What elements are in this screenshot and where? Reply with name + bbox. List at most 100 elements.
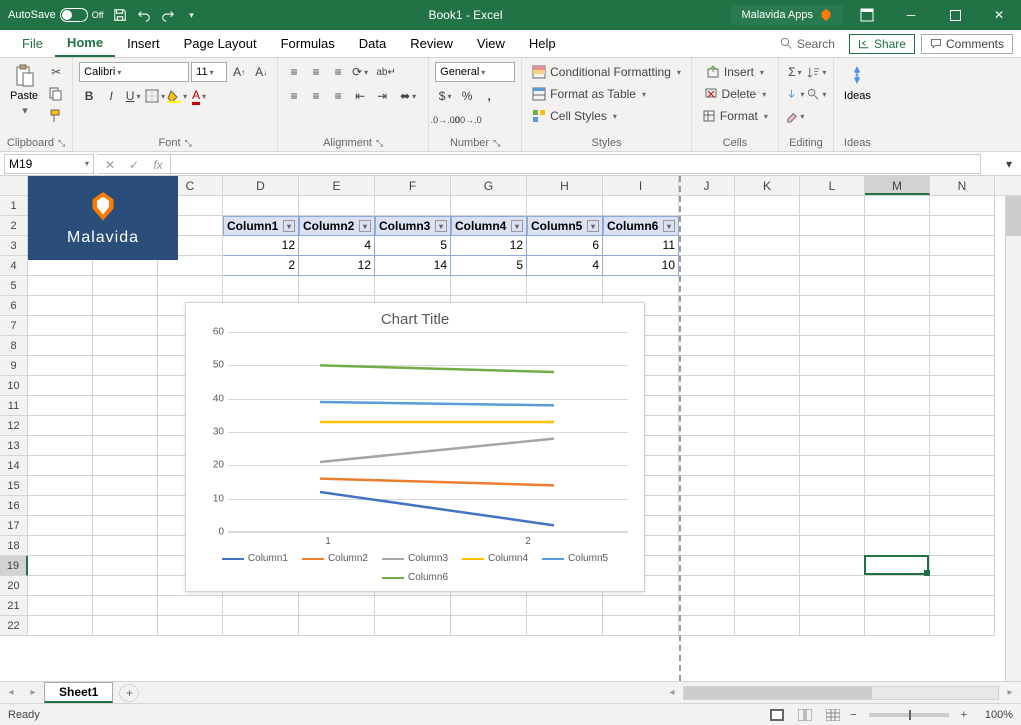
cell[interactable]: 14 xyxy=(375,256,451,276)
cell[interactable] xyxy=(800,416,865,436)
cell[interactable] xyxy=(223,276,299,296)
column-header[interactable]: N xyxy=(930,176,995,195)
cell[interactable]: 12 xyxy=(451,236,527,256)
cell[interactable] xyxy=(930,356,995,376)
new-sheet-button[interactable]: + xyxy=(119,684,139,702)
cell[interactable] xyxy=(679,296,735,316)
row-header[interactable]: 7 xyxy=(0,316,28,336)
cell[interactable] xyxy=(735,556,800,576)
legend-item[interactable]: Column4 xyxy=(462,553,528,564)
column-header[interactable]: M xyxy=(865,176,930,195)
cell[interactable] xyxy=(28,476,93,496)
cell[interactable] xyxy=(93,576,158,596)
format-painter-icon[interactable] xyxy=(46,106,66,126)
filter-icon[interactable]: ▾ xyxy=(283,220,295,232)
font-launcher-icon[interactable]: ⤡ xyxy=(185,138,192,149)
cell[interactable] xyxy=(299,596,375,616)
italic-button[interactable]: I xyxy=(101,86,121,106)
ideas-button[interactable]: Ideas xyxy=(840,62,875,104)
cell[interactable] xyxy=(800,216,865,236)
cell[interactable] xyxy=(375,196,451,216)
cell[interactable] xyxy=(865,316,930,336)
cell[interactable] xyxy=(679,516,735,536)
cell[interactable]: 10 xyxy=(603,256,679,276)
cell[interactable] xyxy=(679,456,735,476)
cell[interactable] xyxy=(930,616,995,636)
cell[interactable] xyxy=(930,336,995,356)
worksheet-grid[interactable]: ABCDEFGHIJKLMN 12Column1▾Column2▾Column3… xyxy=(0,176,1021,681)
align-bottom-icon[interactable]: ≡ xyxy=(328,62,348,82)
cell[interactable] xyxy=(451,196,527,216)
cell[interactable] xyxy=(375,596,451,616)
redo-icon[interactable] xyxy=(160,7,176,23)
comments-button[interactable]: Comments xyxy=(921,34,1013,54)
tab-review[interactable]: Review xyxy=(398,30,465,57)
cell[interactable] xyxy=(930,576,995,596)
cell[interactable] xyxy=(223,596,299,616)
cell[interactable]: Column1▾ xyxy=(223,216,299,236)
cell[interactable] xyxy=(800,336,865,356)
cell[interactable] xyxy=(865,516,930,536)
cell[interactable] xyxy=(527,616,603,636)
cell[interactable] xyxy=(679,496,735,516)
cell[interactable] xyxy=(679,476,735,496)
cell[interactable] xyxy=(28,376,93,396)
cell-styles-button[interactable]: Cell Styles▾ xyxy=(528,106,685,126)
cell[interactable] xyxy=(679,436,735,456)
cut-icon[interactable]: ✂ xyxy=(46,62,66,82)
cell[interactable] xyxy=(800,236,865,256)
cell[interactable] xyxy=(865,476,930,496)
cell[interactable] xyxy=(930,476,995,496)
cell[interactable]: 2 xyxy=(223,256,299,276)
cell[interactable]: 5 xyxy=(451,256,527,276)
increase-indent-icon[interactable]: ⇥ xyxy=(372,86,392,106)
cell[interactable] xyxy=(679,416,735,436)
cell[interactable] xyxy=(735,516,800,536)
cell[interactable] xyxy=(930,376,995,396)
qat-customize-icon[interactable]: ▾ xyxy=(184,7,200,23)
row-header[interactable]: 5 xyxy=(0,276,28,296)
cell[interactable] xyxy=(800,576,865,596)
row-header[interactable]: 21 xyxy=(0,596,28,616)
cell[interactable] xyxy=(28,556,93,576)
cell[interactable] xyxy=(679,536,735,556)
cell[interactable] xyxy=(28,616,93,636)
cell[interactable] xyxy=(930,396,995,416)
cell[interactable] xyxy=(735,236,800,256)
legend-item[interactable]: Column1 xyxy=(222,553,288,564)
cell[interactable] xyxy=(603,196,679,216)
cell[interactable] xyxy=(93,276,158,296)
row-header[interactable]: 12 xyxy=(0,416,28,436)
comma-format-icon[interactable]: , xyxy=(479,86,499,106)
borders-icon[interactable]: ▾ xyxy=(145,86,165,106)
cell[interactable] xyxy=(930,416,995,436)
cell[interactable] xyxy=(865,196,930,216)
cell[interactable] xyxy=(28,396,93,416)
row-header[interactable]: 18 xyxy=(0,536,28,556)
cell[interactable] xyxy=(223,616,299,636)
filter-icon[interactable]: ▾ xyxy=(663,220,675,232)
cell[interactable] xyxy=(679,396,735,416)
align-middle-icon[interactable]: ≡ xyxy=(306,62,326,82)
tab-insert[interactable]: Insert xyxy=(115,30,172,57)
decrease-decimal-icon[interactable]: .00→.0 xyxy=(457,110,477,130)
cell[interactable] xyxy=(93,436,158,456)
cell[interactable] xyxy=(93,476,158,496)
cell[interactable] xyxy=(865,336,930,356)
cell[interactable] xyxy=(865,216,930,236)
minimize-button[interactable]: ─ xyxy=(891,1,931,29)
horizontal-scrollbar[interactable]: ◂ ▸ xyxy=(661,686,1021,700)
cell[interactable] xyxy=(930,436,995,456)
sheet-tab-sheet1[interactable]: Sheet1 xyxy=(44,682,113,703)
align-center-icon[interactable]: ≡ xyxy=(306,86,326,106)
cell[interactable]: 5 xyxy=(375,236,451,256)
cell[interactable] xyxy=(930,556,995,576)
orientation-icon[interactable]: ⟳▾ xyxy=(350,62,370,82)
cell[interactable] xyxy=(28,596,93,616)
cell[interactable] xyxy=(735,576,800,596)
cell[interactable] xyxy=(28,356,93,376)
legend-item[interactable]: Column3 xyxy=(382,553,448,564)
paste-button[interactable]: Paste▾ xyxy=(6,62,42,119)
wrap-text-icon[interactable]: ab↵ xyxy=(372,62,400,82)
cell[interactable] xyxy=(930,236,995,256)
